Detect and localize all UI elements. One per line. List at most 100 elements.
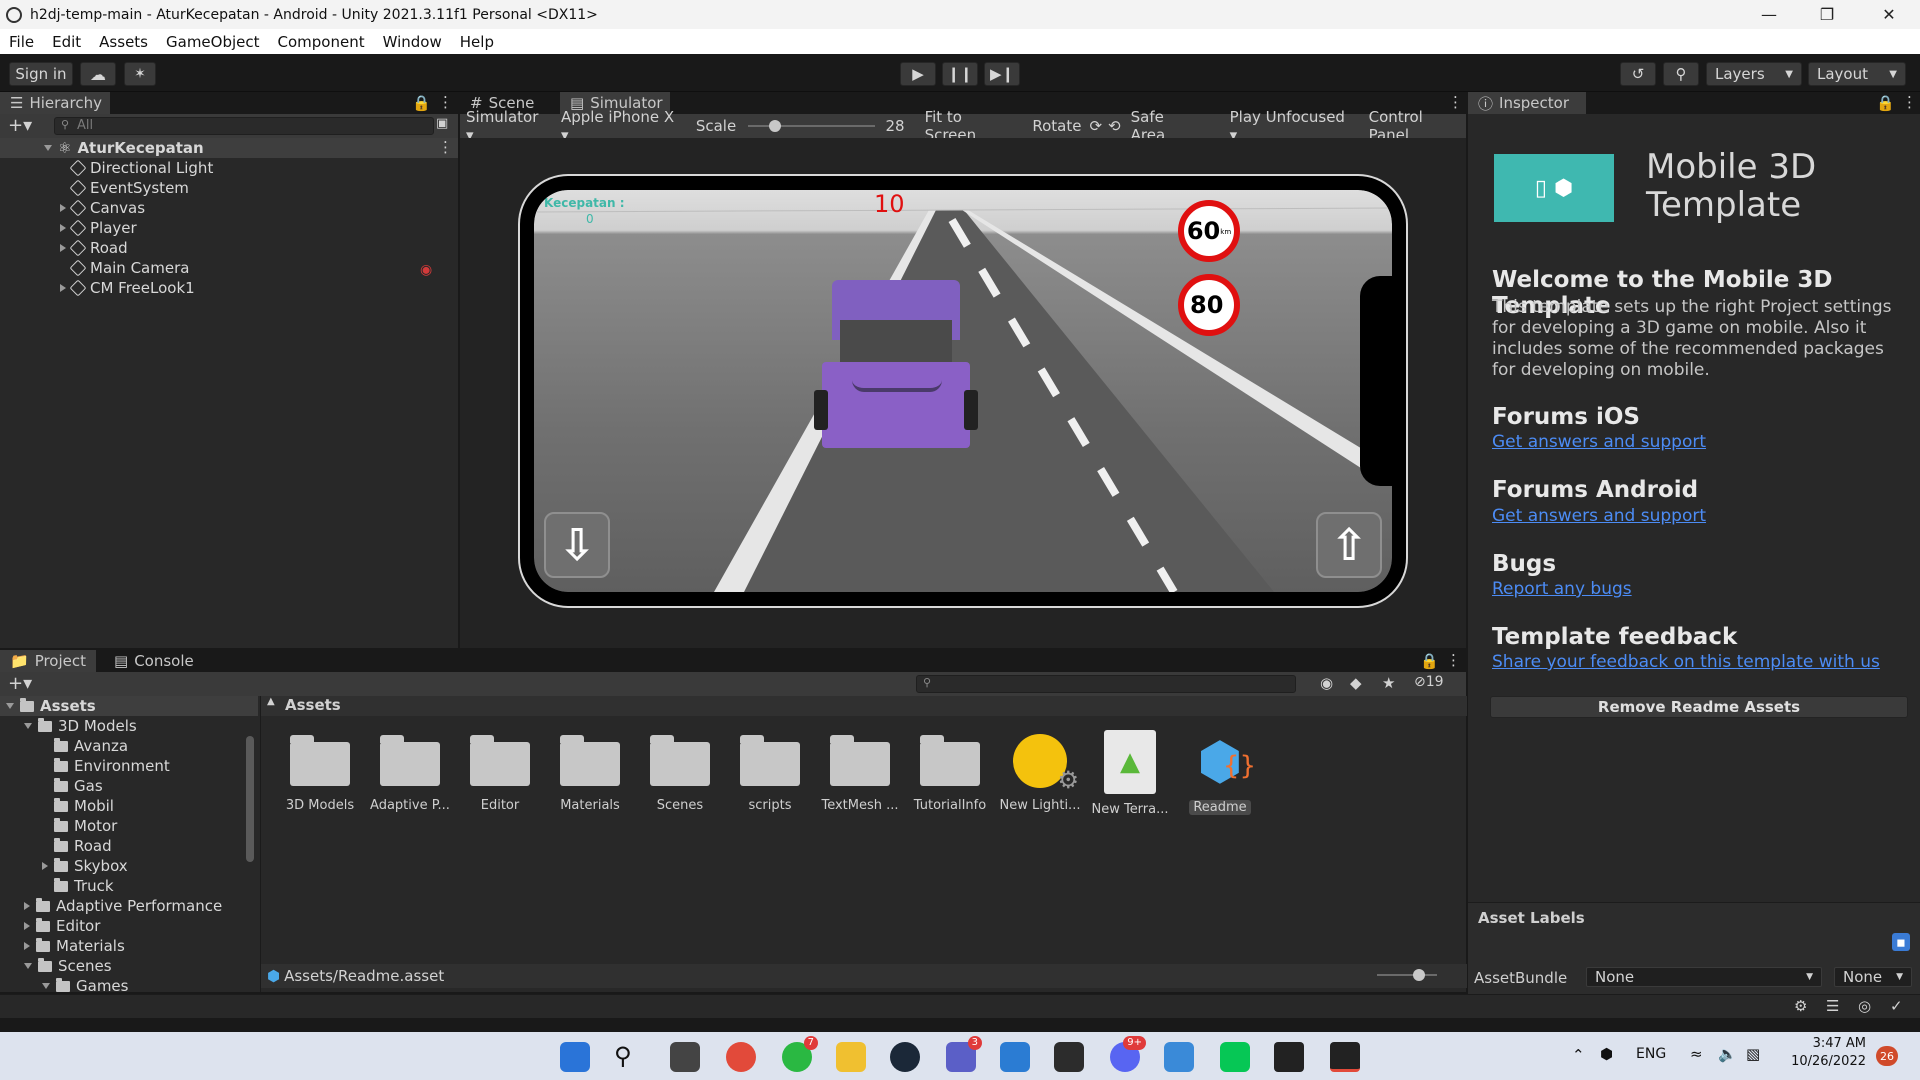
template-feedback-link[interactable]: Share your feedback on this template wit… [1492,652,1880,672]
hierarchy-item[interactable]: Canvas [0,198,458,218]
tree-item[interactable]: 3D Models [0,716,258,736]
sign-in-button[interactable]: Sign in [9,62,73,86]
hidden-packages-toggle[interactable]: ⊘19 [1414,674,1444,690]
check-icon[interactable]: ✓ [1890,997,1903,1015]
forums-android-link[interactable]: Get answers and support [1492,506,1706,526]
project-search-input[interactable]: ⚲ [916,675,1296,693]
whatsapp-icon[interactable]: 7 [782,1036,818,1072]
expand-arrow-icon[interactable] [24,942,30,950]
remove-readme-button[interactable]: Remove Readme Assets [1490,696,1908,718]
game-view[interactable]: Kecepatan : 0 10 60 km 80 ⇩ ⇧ [534,190,1392,592]
network-icon[interactable]: ◎ [1858,997,1871,1015]
hierarchy-item[interactable]: EventSystem [0,178,458,198]
battery-icon[interactable]: ▧ [1746,1045,1760,1063]
tree-item[interactable]: Truck [0,876,258,896]
tree-item[interactable]: Materials [0,936,258,956]
asset-item[interactable]: TextMesh ... [815,726,905,836]
notification-badge[interactable]: 26 [1876,1046,1898,1066]
unity-hub-icon[interactable] [1274,1042,1304,1072]
menu-gameobject[interactable]: GameObject [157,33,269,51]
asset-item[interactable]: Materials [545,726,635,836]
search-icon[interactable]: ⚲ [614,1042,632,1070]
tree-item[interactable]: Mobil [0,796,258,816]
unity-editor-icon[interactable] [1330,1042,1360,1072]
menu-component[interactable]: Component [269,33,374,51]
tray-chevron-icon[interactable]: ⌃ [1572,1046,1585,1064]
scene-root-row[interactable]: ⚛ AturKecepatan ⋮ [0,138,458,158]
collab-button[interactable]: ✶ [124,62,156,86]
rotate-left-icon[interactable]: ⟳ [1089,117,1102,135]
tree-root[interactable]: Assets [0,696,258,716]
menu-assets[interactable]: Assets [90,33,157,51]
hierarchy-item[interactable]: Directional Light [0,158,458,178]
expand-arrow-icon[interactable] [60,204,66,212]
tree-item[interactable]: Road [0,836,258,856]
add-icon[interactable]: +▾ [8,673,32,694]
tree-scrollbar[interactable] [246,736,254,862]
file-explorer-icon[interactable] [836,1042,866,1072]
layers-dropdown[interactable]: Layers ▼ [1706,62,1802,86]
tree-item[interactable]: Environment [0,756,258,776]
expand-arrow-icon[interactable] [44,145,52,151]
filter-label-icon[interactable]: ◆ [1350,674,1362,692]
hierarchy-item[interactable]: CM FreeLook1 [0,278,458,298]
task-view-icon[interactable] [670,1042,700,1072]
scale-slider-handle[interactable] [769,120,782,132]
step-button[interactable]: ▶❙ [984,62,1020,86]
tree-item[interactable]: Avanza [0,736,258,756]
layout-dropdown[interactable]: Layout ▼ [1808,62,1906,86]
tree-item[interactable]: Gas [0,776,258,796]
filter-type-icon[interactable]: ◉ [1320,674,1333,692]
tree-item[interactable]: Motor [0,816,258,836]
chrome-icon[interactable] [726,1042,756,1072]
lock-icon[interactable]: 🔒 [1876,94,1895,112]
asset-item[interactable]: scripts [725,726,815,836]
asset-item[interactable]: ⬢{} Readme [1175,726,1265,836]
expand-arrow-icon[interactable] [60,224,66,232]
expand-arrow-icon[interactable] [60,244,66,252]
tab-console[interactable]: ▤ Console [104,650,204,672]
asset-item[interactable]: Scenes [635,726,725,836]
icon-size-slider[interactable] [1377,969,1437,981]
label-tag-icon[interactable]: ◼ [1892,933,1910,951]
volume-icon[interactable]: 🔈 [1718,1045,1737,1063]
steam-icon[interactable] [890,1042,920,1072]
bugs-link[interactable]: Report any bugs [1492,579,1632,599]
clock-date[interactable]: 10/26/2022 [1780,1054,1866,1069]
expand-arrow-icon[interactable] [42,983,50,989]
expand-arrow-icon[interactable] [60,284,66,292]
menu-window[interactable]: Window [374,33,451,51]
expand-arrow-icon[interactable] [6,703,14,709]
expand-arrow-icon[interactable] [42,862,48,870]
panel-menu-icon[interactable]: ⋮ [1446,651,1461,669]
expand-arrow-icon[interactable] [24,902,30,910]
tree-item[interactable]: Games [0,976,258,992]
hierarchy-item[interactable]: Road [0,238,458,258]
tree-item[interactable]: Editor [0,916,258,936]
breadcrumb-label[interactable]: Assets [265,696,341,714]
discord-icon[interactable]: 9+ [1110,1036,1146,1072]
menu-help[interactable]: Help [451,33,503,51]
panel-menu-icon[interactable]: ⋮ [1902,93,1917,111]
tab-hierarchy[interactable]: ☰ Hierarchy [0,92,110,114]
language-indicator[interactable]: ENG [1636,1046,1666,1062]
scene-menu-icon[interactable]: ⋮ [438,138,453,156]
bug-icon[interactable]: ⚙ [1794,997,1807,1015]
asset-item[interactable]: 3D Models [275,726,365,836]
tree-item[interactable]: Skybox [0,856,258,876]
forums-ios-link[interactable]: Get answers and support [1492,432,1706,452]
favorite-star-icon[interactable]: ★ [1382,674,1395,692]
hierarchy-item[interactable]: Main Camera [0,258,458,278]
asset-item[interactable]: TutorialInfo [905,726,995,836]
close-button[interactable]: ✕ [1860,0,1918,29]
unity-tray-icon[interactable]: ⬢ [1600,1045,1613,1063]
terminal-icon[interactable] [1054,1042,1084,1072]
wifi-icon[interactable]: ≈ [1690,1045,1703,1063]
panel-menu-icon[interactable]: ⋮ [438,93,453,111]
search-button[interactable]: ⚲ [1663,62,1699,86]
lock-icon[interactable]: 🔒 [412,94,431,112]
undo-history-button[interactable]: ↺ [1620,62,1656,86]
scale-slider[interactable] [748,118,876,134]
lock-icon[interactable]: 🔒 [1420,652,1439,670]
expand-arrow-icon[interactable] [24,963,32,969]
